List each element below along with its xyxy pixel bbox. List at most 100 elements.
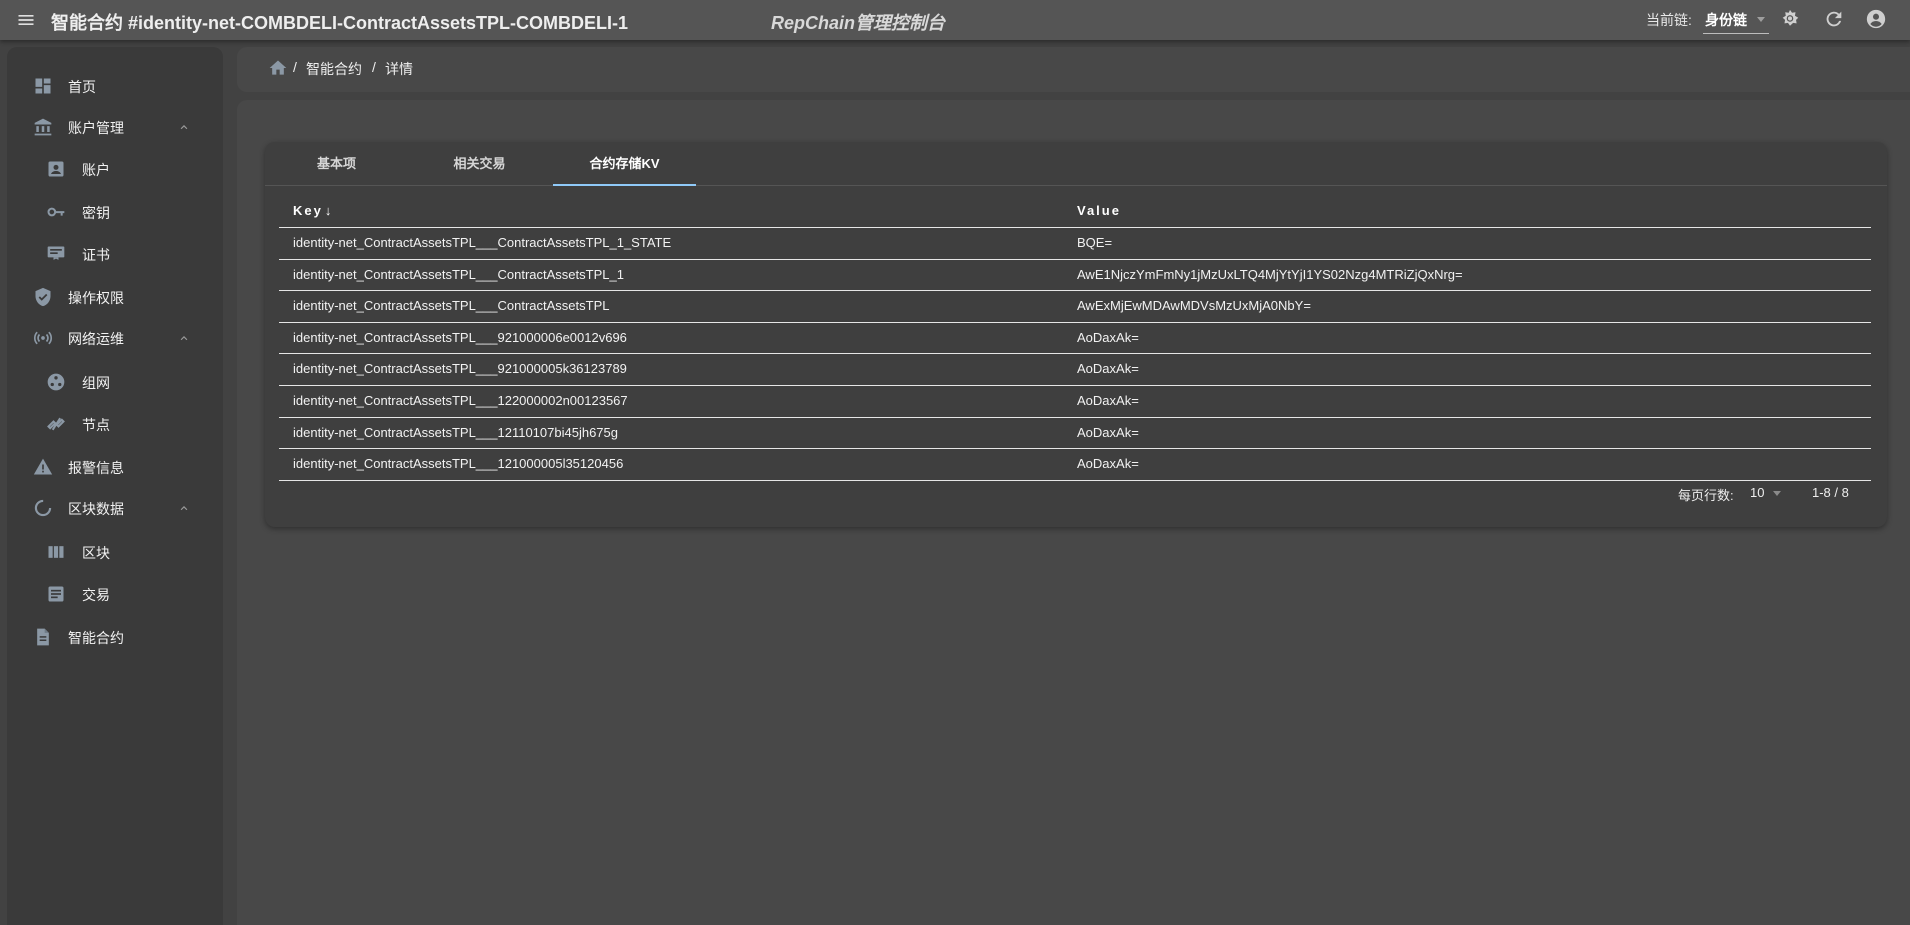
cell-value: AoDaxAk= xyxy=(1077,456,1139,472)
sidebar-item-node[interactable]: 节点 xyxy=(7,407,223,441)
list-box-icon xyxy=(48,586,64,602)
sidebar-item-label: 账户 xyxy=(82,162,110,178)
chain-select-value: 身份链 xyxy=(1705,12,1747,28)
app-bar: 智能合约 #identity-net-COMBDELI-ContractAsse… xyxy=(0,0,1910,40)
sidebar-item-label: 节点 xyxy=(82,417,110,433)
certificate-icon xyxy=(47,246,65,260)
sidebar-item-label: 操作权限 xyxy=(68,290,124,306)
chain-label: 当前链: xyxy=(1646,12,1692,28)
table-row[interactable]: identity-net_ContractAssetsTPL___1210000… xyxy=(279,449,1871,481)
chevron-up-icon xyxy=(180,125,188,130)
table-row[interactable]: identity-net_ContractAssetsTPL___Contrac… xyxy=(279,260,1871,292)
account-circle-icon[interactable] xyxy=(1865,8,1887,30)
sidebar-item-home[interactable]: 首页 xyxy=(7,69,223,103)
sidebar-item-network-ops[interactable]: 网络运维 xyxy=(7,321,223,355)
page-range: 1-8 / 8 xyxy=(1812,485,1849,500)
sidebar-item-transaction[interactable]: 交易 xyxy=(7,577,223,611)
tab-contract-storage-kv[interactable]: 合约存储KV xyxy=(553,142,696,186)
cell-key: identity-net_ContractAssetsTPL___Contrac… xyxy=(293,298,610,314)
sidebar-item-label: 组网 xyxy=(82,375,110,391)
progress-icon xyxy=(34,499,52,517)
cell-key: identity-net_ContractAssetsTPL___1220000… xyxy=(293,392,628,408)
home-icon[interactable] xyxy=(268,58,288,78)
table-row[interactable]: identity-net_ContractAssetsTPL___1220000… xyxy=(279,386,1871,418)
chevron-down-icon xyxy=(1757,17,1765,22)
cell-value: AoDaxAk= xyxy=(1077,329,1139,345)
pagination: 每页行数: 10 1-8 / 8 xyxy=(265,478,1887,508)
sidebar-item-label: 报警信息 xyxy=(68,460,124,476)
network-icon xyxy=(47,373,65,391)
sidebar-item-block[interactable]: 区块 xyxy=(7,535,223,569)
rows-per-page-value: 10 xyxy=(1750,485,1765,500)
tab-related-transactions[interactable]: 相关交易 xyxy=(408,142,551,186)
table-row[interactable]: identity-net_ContractAssetsTPL___1211010… xyxy=(279,418,1871,450)
table-row[interactable]: identity-net_ContractAssetsTPL___Contrac… xyxy=(279,228,1871,260)
dashboard-icon xyxy=(35,78,51,94)
chevron-down-icon xyxy=(1773,491,1781,496)
sidebar-item-label: 账户管理 xyxy=(68,120,124,136)
rows-per-page-select[interactable]: 10 xyxy=(1748,481,1788,505)
breadcrumb-details: 详情 xyxy=(385,61,413,77)
cell-value: AoDaxAk= xyxy=(1077,361,1139,377)
sidebar-item-smart-contract[interactable]: 智能合约 xyxy=(7,620,223,654)
sidebar-item-account[interactable]: 账户 xyxy=(7,152,223,186)
brand-title: RepChain管理控制台 xyxy=(771,13,946,33)
sidebar-item-block-data[interactable]: 区块数据 xyxy=(7,491,223,525)
alert-icon xyxy=(33,458,53,475)
column-header-value[interactable]: Value xyxy=(1077,203,1121,218)
cell-key: identity-net_ContractAssetsTPL___9210000… xyxy=(293,329,627,345)
sidebar-item-label: 交易 xyxy=(82,587,110,603)
refresh-icon[interactable] xyxy=(1823,8,1845,30)
bank-icon xyxy=(34,118,52,136)
sidebar: 首页 账户管理 账户 密钥 证书 操作权限 网络运维 组网 节点 报警信息 区块… xyxy=(7,47,223,925)
tab-bar: 基本项 相关交易 合约存储KV xyxy=(265,142,1887,186)
sort-arrow-down-icon: ↓ xyxy=(324,203,332,218)
tab-basic[interactable]: 基本项 xyxy=(265,142,408,186)
sidebar-item-label: 区块 xyxy=(82,545,110,561)
menu-icon[interactable] xyxy=(16,10,36,30)
breadcrumb-smart-contract[interactable]: 智能合约 xyxy=(306,59,362,79)
page-title: 智能合约 #identity-net-COMBDELI-ContractAsse… xyxy=(51,13,629,33)
kv-table: Key ↓ Value identity-net_ContractAssetsTP… xyxy=(279,195,1871,481)
sidebar-item-label: 密钥 xyxy=(82,205,110,221)
table-row[interactable]: identity-net_ContractAssetsTPL___9210000… xyxy=(279,323,1871,355)
column-header-key-label: Key xyxy=(293,203,323,218)
sidebar-item-certificate[interactable]: 证书 xyxy=(7,237,223,271)
table-header: Key ↓ Value xyxy=(279,195,1871,228)
cell-key: identity-net_ContractAssetsTPL___Contrac… xyxy=(293,235,672,250)
sidebar-item-networking[interactable]: 组网 xyxy=(7,365,223,399)
column-header-key[interactable]: Key ↓ xyxy=(293,203,331,218)
cell-key: identity-net_ContractAssetsTPL___1210000… xyxy=(293,456,624,472)
key-icon xyxy=(47,207,65,217)
cell-key: identity-net_ContractAssetsTPL___9210000… xyxy=(293,361,627,377)
cell-value: AwE1NjczYmFmNy1jMzUxLTQ4MjYtYjI1YS02Nzg4… xyxy=(1077,266,1463,282)
cell-value: BQE= xyxy=(1077,235,1113,250)
sidebar-item-alerts[interactable]: 报警信息 xyxy=(7,450,223,484)
sidebar-item-label: 首页 xyxy=(68,79,96,95)
blocks-icon xyxy=(48,546,64,558)
chain-select[interactable]: 身份链 xyxy=(1703,8,1769,34)
shield-check-icon xyxy=(35,287,51,307)
sidebar-item-label: 区块数据 xyxy=(68,501,124,517)
brightness-icon[interactable] xyxy=(1779,8,1801,30)
chevron-up-icon xyxy=(180,506,188,511)
cell-key: identity-net_ContractAssetsTPL___1211010… xyxy=(293,424,618,440)
sidebar-item-account-management[interactable]: 账户管理 xyxy=(7,110,223,144)
contract-file-icon xyxy=(37,628,49,646)
table-row[interactable]: identity-net_ContractAssetsTPL___Contrac… xyxy=(279,291,1871,323)
cell-value: AoDaxAk= xyxy=(1077,424,1139,440)
detail-card: 基本项 相关交易 合约存储KV Key ↓ Value identity-net_… xyxy=(265,142,1887,527)
access-point-icon xyxy=(33,331,53,345)
rows-per-page-label: 每页行数: xyxy=(1678,488,1734,503)
breadcrumb: / 智能合约 / 详情 xyxy=(237,47,1910,92)
cell-key: identity-net_ContractAssetsTPL___Contrac… xyxy=(293,266,624,282)
chevron-up-icon xyxy=(180,336,188,341)
cell-value: AoDaxAk= xyxy=(1077,392,1139,408)
table-row[interactable]: identity-net_ContractAssetsTPL___9210000… xyxy=(279,354,1871,386)
sidebar-item-label: 证书 xyxy=(82,247,110,263)
sidebar-item-key[interactable]: 密钥 xyxy=(7,195,223,229)
cell-value: AwExMjEwMDAwMDVsMzUxMjA0NbY= xyxy=(1077,298,1311,314)
sidebar-item-permissions[interactable]: 操作权限 xyxy=(7,280,223,314)
node-link-icon xyxy=(47,417,65,431)
breadcrumb-separator: / xyxy=(372,59,376,75)
